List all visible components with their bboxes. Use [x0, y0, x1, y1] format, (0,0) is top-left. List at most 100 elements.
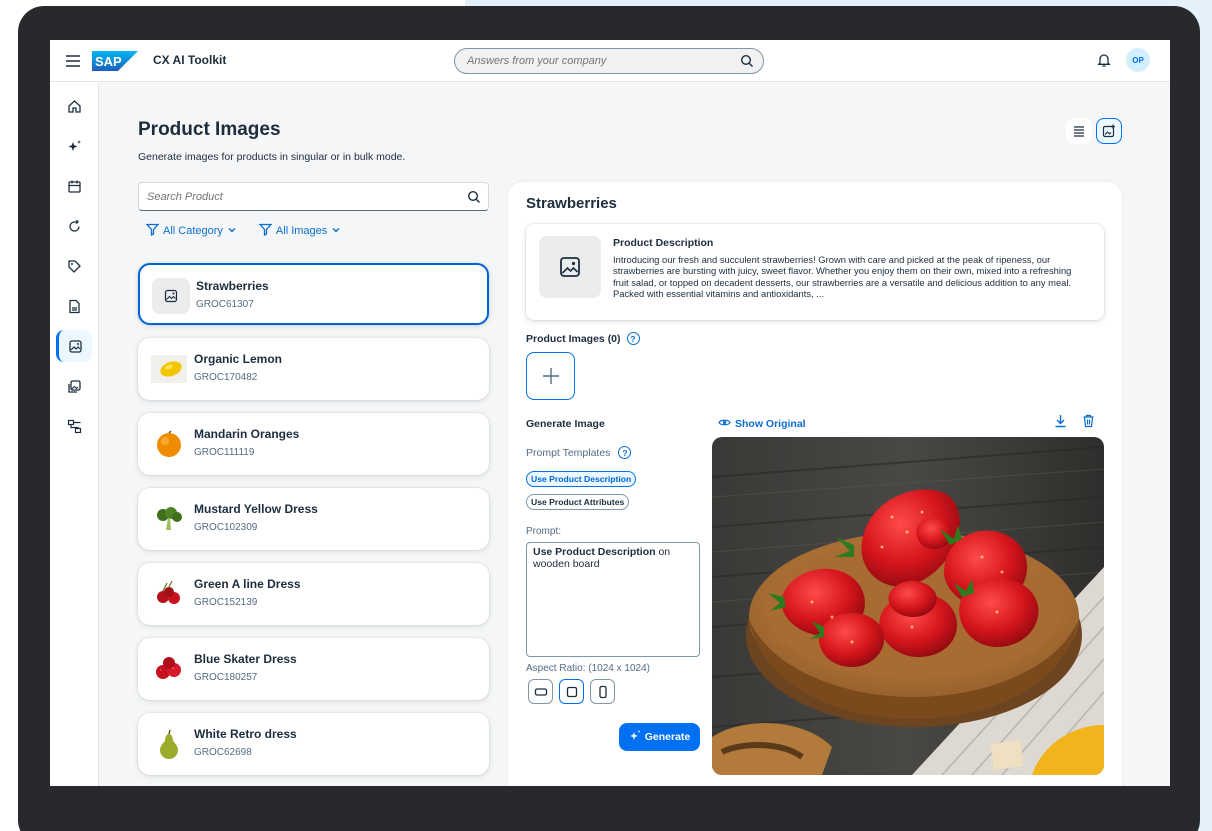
help-icon[interactable]: ? [626, 332, 640, 345]
product-images-count: Product Images (0) [526, 332, 621, 345]
nav-tag-icon[interactable] [56, 250, 92, 282]
search-icon[interactable] [740, 54, 754, 68]
search-icon[interactable] [467, 190, 481, 204]
nav-gallery-icon[interactable] [56, 370, 92, 402]
product-detail-panel: Strawberries Product Description Introdu… [508, 182, 1122, 786]
nav-workflow-icon[interactable] [56, 410, 92, 442]
download-icon[interactable] [1054, 414, 1067, 433]
chip-use-product-description[interactable]: Use Product Description [526, 471, 637, 487]
prompt-templates-text: Prompt Templates [526, 446, 611, 459]
product-code: GROC111119 [194, 447, 255, 458]
product-code: GROC62698 [194, 747, 252, 758]
portrait-ratio-icon[interactable] [590, 679, 615, 704]
product-images-label: Product Images (0) ? [526, 332, 640, 345]
broccoli-icon [150, 501, 188, 537]
orange-icon [150, 426, 188, 462]
product-code: GROC152139 [194, 597, 258, 608]
prompt-label: Prompt: [526, 526, 562, 537]
raspberries-icon [150, 651, 188, 687]
eye-icon [718, 416, 731, 432]
app-screen: SAP CX AI Toolkit OP [50, 40, 1170, 786]
detail-title: Strawberries [526, 195, 617, 212]
user-avatar[interactable]: OP [1126, 48, 1150, 72]
product-name: Organic Lemon [194, 352, 283, 366]
product-name: Mandarin Oranges [194, 427, 300, 441]
generated-image [712, 437, 1104, 775]
description-card: Product Description Introducing our fres… [526, 224, 1104, 320]
product-name: Blue Skater Dress [194, 652, 297, 666]
product-card[interactable]: Mandarin Oranges GROC111119 [138, 413, 489, 475]
view-toggle [1066, 118, 1122, 144]
lemon-icon [150, 351, 188, 387]
product-code: GROC180257 [194, 672, 258, 683]
global-search-input[interactable] [467, 55, 737, 67]
notifications-bell-icon[interactable] [1096, 52, 1112, 68]
help-icon[interactable]: ? [618, 446, 632, 459]
nav-home-icon[interactable] [56, 90, 92, 122]
page-title: Product Images [138, 119, 281, 140]
product-search-input[interactable] [147, 190, 447, 203]
shell-bar: SAP CX AI Toolkit OP [50, 40, 1170, 82]
category-filter[interactable]: All Category [145, 223, 237, 239]
prompt-token: Use Product Description [533, 546, 656, 558]
generate-button[interactable]: Generate [619, 723, 700, 751]
global-search[interactable] [454, 48, 764, 74]
landscape-ratio-icon[interactable] [528, 679, 553, 704]
nav-image-icon[interactable] [56, 330, 92, 362]
aspect-ratio-options [528, 679, 615, 704]
product-name: Strawberries [196, 279, 269, 293]
product-card[interactable]: Mustard Yellow Dress GROC102309 [138, 488, 489, 550]
generate-button-label: Generate [644, 731, 691, 743]
product-card[interactable]: Blue Skater Dress GROC180257 [138, 638, 489, 700]
product-name: White Retro dress [194, 727, 297, 741]
grid-image-view-icon[interactable] [1096, 118, 1122, 144]
product-search[interactable] [138, 182, 489, 211]
list-view-icon[interactable] [1066, 118, 1092, 144]
plus-icon [542, 368, 559, 384]
filter-icon [258, 223, 273, 239]
placeholder-image-icon [152, 278, 190, 314]
filter-icon [145, 223, 160, 239]
product-card[interactable]: White Retro dress GROC62698 [138, 713, 489, 775]
square-ratio-icon[interactable] [559, 679, 584, 704]
add-image-button[interactable] [526, 352, 575, 400]
nav-document-icon[interactable] [56, 290, 92, 322]
product-card[interactable]: Organic Lemon GROC170482 [138, 338, 489, 400]
product-name: Green A line Dress [194, 577, 301, 591]
placeholder-image-icon [539, 236, 601, 298]
chevron-down-icon [227, 225, 237, 238]
chip-use-product-attributes[interactable]: Use Product Attributes [526, 494, 630, 510]
cherries-icon [150, 576, 188, 612]
delete-icon[interactable] [1082, 414, 1095, 433]
nav-calendar-icon[interactable] [56, 170, 92, 202]
nav-ai-sparkle-icon[interactable] [56, 130, 92, 162]
prompt-textarea[interactable]: Use Product Description on wooden board [526, 542, 700, 657]
product-card[interactable]: Strawberries GROC61307 [138, 263, 489, 325]
nav-refresh-icon[interactable] [56, 210, 92, 242]
images-filter[interactable]: All Images [258, 223, 341, 239]
filter-bar: All Category All Images [145, 223, 341, 239]
show-original-label: Show Original [735, 418, 806, 430]
aspect-ratio-label: Aspect Ratio: (1024 x 1024) [526, 663, 650, 674]
sap-logo-icon: SAP [92, 51, 138, 71]
chevron-down-icon [331, 225, 341, 238]
hamburger-menu-icon[interactable] [64, 52, 82, 70]
product-code: GROC102309 [194, 522, 258, 533]
description-heading: Product Description [613, 237, 714, 249]
images-filter-label: All Images [275, 225, 328, 237]
product-list: Strawberries GROC61307 Organic Lemon GRO… [138, 263, 489, 786]
category-filter-label: All Category [163, 225, 223, 237]
ai-sparkle-icon [629, 729, 641, 745]
svg-text:SAP: SAP [95, 54, 122, 69]
pear-icon [150, 726, 188, 762]
prompt-templates-label: Prompt Templates ? [526, 446, 632, 459]
show-original-link[interactable]: Show Original [718, 416, 806, 432]
product-name: Mustard Yellow Dress [194, 502, 318, 516]
description-text: Introducing our fresh and succulent stra… [613, 254, 1072, 300]
side-navigation [50, 82, 99, 786]
app-title: CX AI Toolkit [153, 53, 227, 67]
product-code: GROC61307 [196, 299, 254, 310]
product-card[interactable]: Green A line Dress GROC152139 [138, 563, 489, 625]
product-code: GROC170482 [194, 372, 258, 383]
page-subtitle: Generate images for products in singular… [138, 151, 406, 163]
